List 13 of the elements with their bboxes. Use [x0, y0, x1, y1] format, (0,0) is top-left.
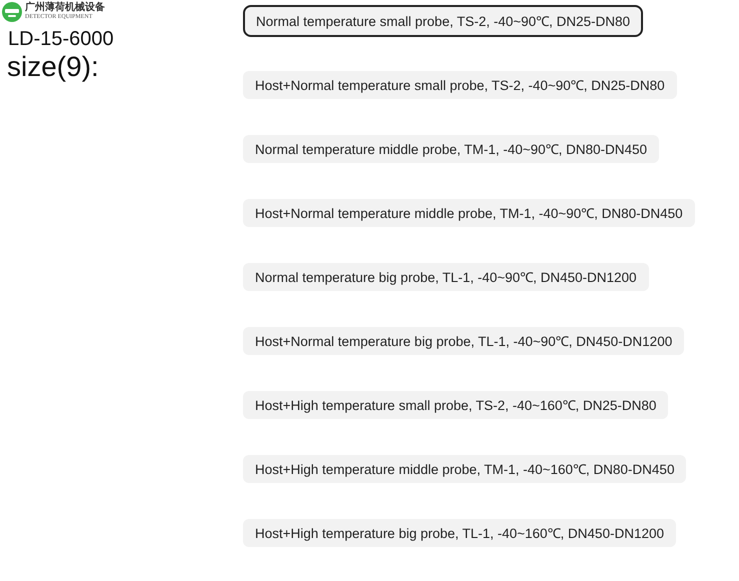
option-button[interactable]: Normal temperature middle probe, TM-1, -40~90℃, DN80-DN450	[243, 135, 660, 163]
option-button[interactable]: Normal temperature small probe, TS-2, -40~90℃, DN25-DN80	[243, 5, 644, 37]
option-button[interactable]: Host+Normal temperature small probe, TS-2, -40~90℃, DN25-DN80	[243, 71, 677, 99]
logo-icon	[2, 2, 22, 22]
company-name: 广州薄荷机械设备	[25, 3, 105, 13]
option-button[interactable]: Normal temperature big probe, TL-1, -40~90℃, DN450-DN1200	[243, 263, 649, 291]
option-button[interactable]: Host+Normal temperature middle probe, TM-1, -40~90℃, DN80-DN450	[243, 199, 695, 227]
size-label: size(9):	[7, 51, 100, 83]
option-button[interactable]: Host+High temperature middle probe, TM-1, -40~160℃, DN80-DN450	[243, 455, 686, 483]
option-button[interactable]: Host+High temperature big probe, TL-1, -40~160℃, DN450-DN1200	[243, 519, 676, 547]
model-number: LD-15-6000	[8, 28, 115, 51]
option-button[interactable]: Host+Normal temperature big probe, TL-1, -40~90℃, DN450-DN1200	[243, 327, 684, 355]
option-button[interactable]: Host+High temperature small probe, TS-2, -40~160℃, DN25-DN80	[243, 391, 668, 419]
